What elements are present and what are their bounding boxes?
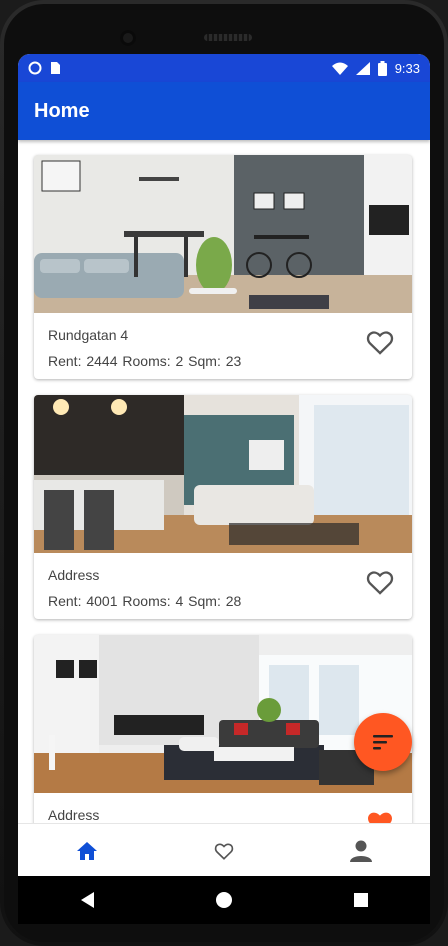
heart-outline-icon[interactable]	[366, 329, 394, 355]
system-home-button[interactable]	[204, 880, 244, 920]
status-time: 9:33	[394, 60, 420, 76]
back-icon	[80, 892, 94, 908]
earpiece-speaker	[204, 34, 252, 41]
listing-card[interactable]: Rundgatan 4 Rent: 2444 Rooms: 2 Sqm: 23	[34, 155, 412, 379]
listing-address: Rundgatan 4	[48, 327, 129, 343]
heart-outline-icon	[214, 843, 234, 860]
listing-details: Rent: 2444 Rooms: 2 Sqm: 23	[48, 353, 242, 369]
status-bar: 9:33	[18, 54, 430, 82]
listing-photo	[34, 395, 412, 553]
nav-home[interactable]	[57, 831, 117, 871]
front-camera	[120, 30, 136, 46]
listing-address: Address	[48, 567, 100, 583]
wifi-icon	[331, 62, 348, 75]
listing-address: Address	[48, 807, 100, 823]
sim-card-icon	[51, 62, 60, 74]
listing-card[interactable]: Address	[34, 635, 412, 823]
heart-outline-icon[interactable]	[366, 569, 394, 595]
battery-icon	[377, 60, 387, 76]
app-screen: 9:33 Home Rundgatan 4 Rent: 2444 Rooms: …	[18, 54, 430, 876]
signal-icon	[355, 61, 370, 75]
home-icon	[76, 841, 97, 860]
app-bar: Home	[18, 82, 430, 140]
listing-photo	[34, 635, 412, 793]
system-back-button[interactable]	[67, 880, 107, 920]
person-icon	[350, 840, 373, 862]
listing-details: Rent: 4001 Rooms: 4 Sqm: 28	[48, 593, 242, 609]
record-icon	[28, 61, 42, 75]
system-navigation-bar	[18, 876, 430, 924]
sort-icon	[373, 735, 393, 750]
bottom-navigation	[18, 823, 430, 876]
recents-icon	[354, 893, 369, 907]
nav-favorites[interactable]	[194, 831, 254, 871]
heart-filled-icon[interactable]	[366, 809, 394, 823]
listing-card[interactable]: Address Rent: 4001 Rooms: 4 Sqm: 28	[34, 395, 412, 619]
nav-profile[interactable]	[331, 831, 391, 871]
page-title: Home	[34, 99, 90, 122]
system-recents-button[interactable]	[341, 880, 381, 920]
listing-photo	[34, 155, 412, 313]
sort-fab-button[interactable]	[354, 713, 412, 771]
home-circle-icon	[215, 892, 232, 908]
